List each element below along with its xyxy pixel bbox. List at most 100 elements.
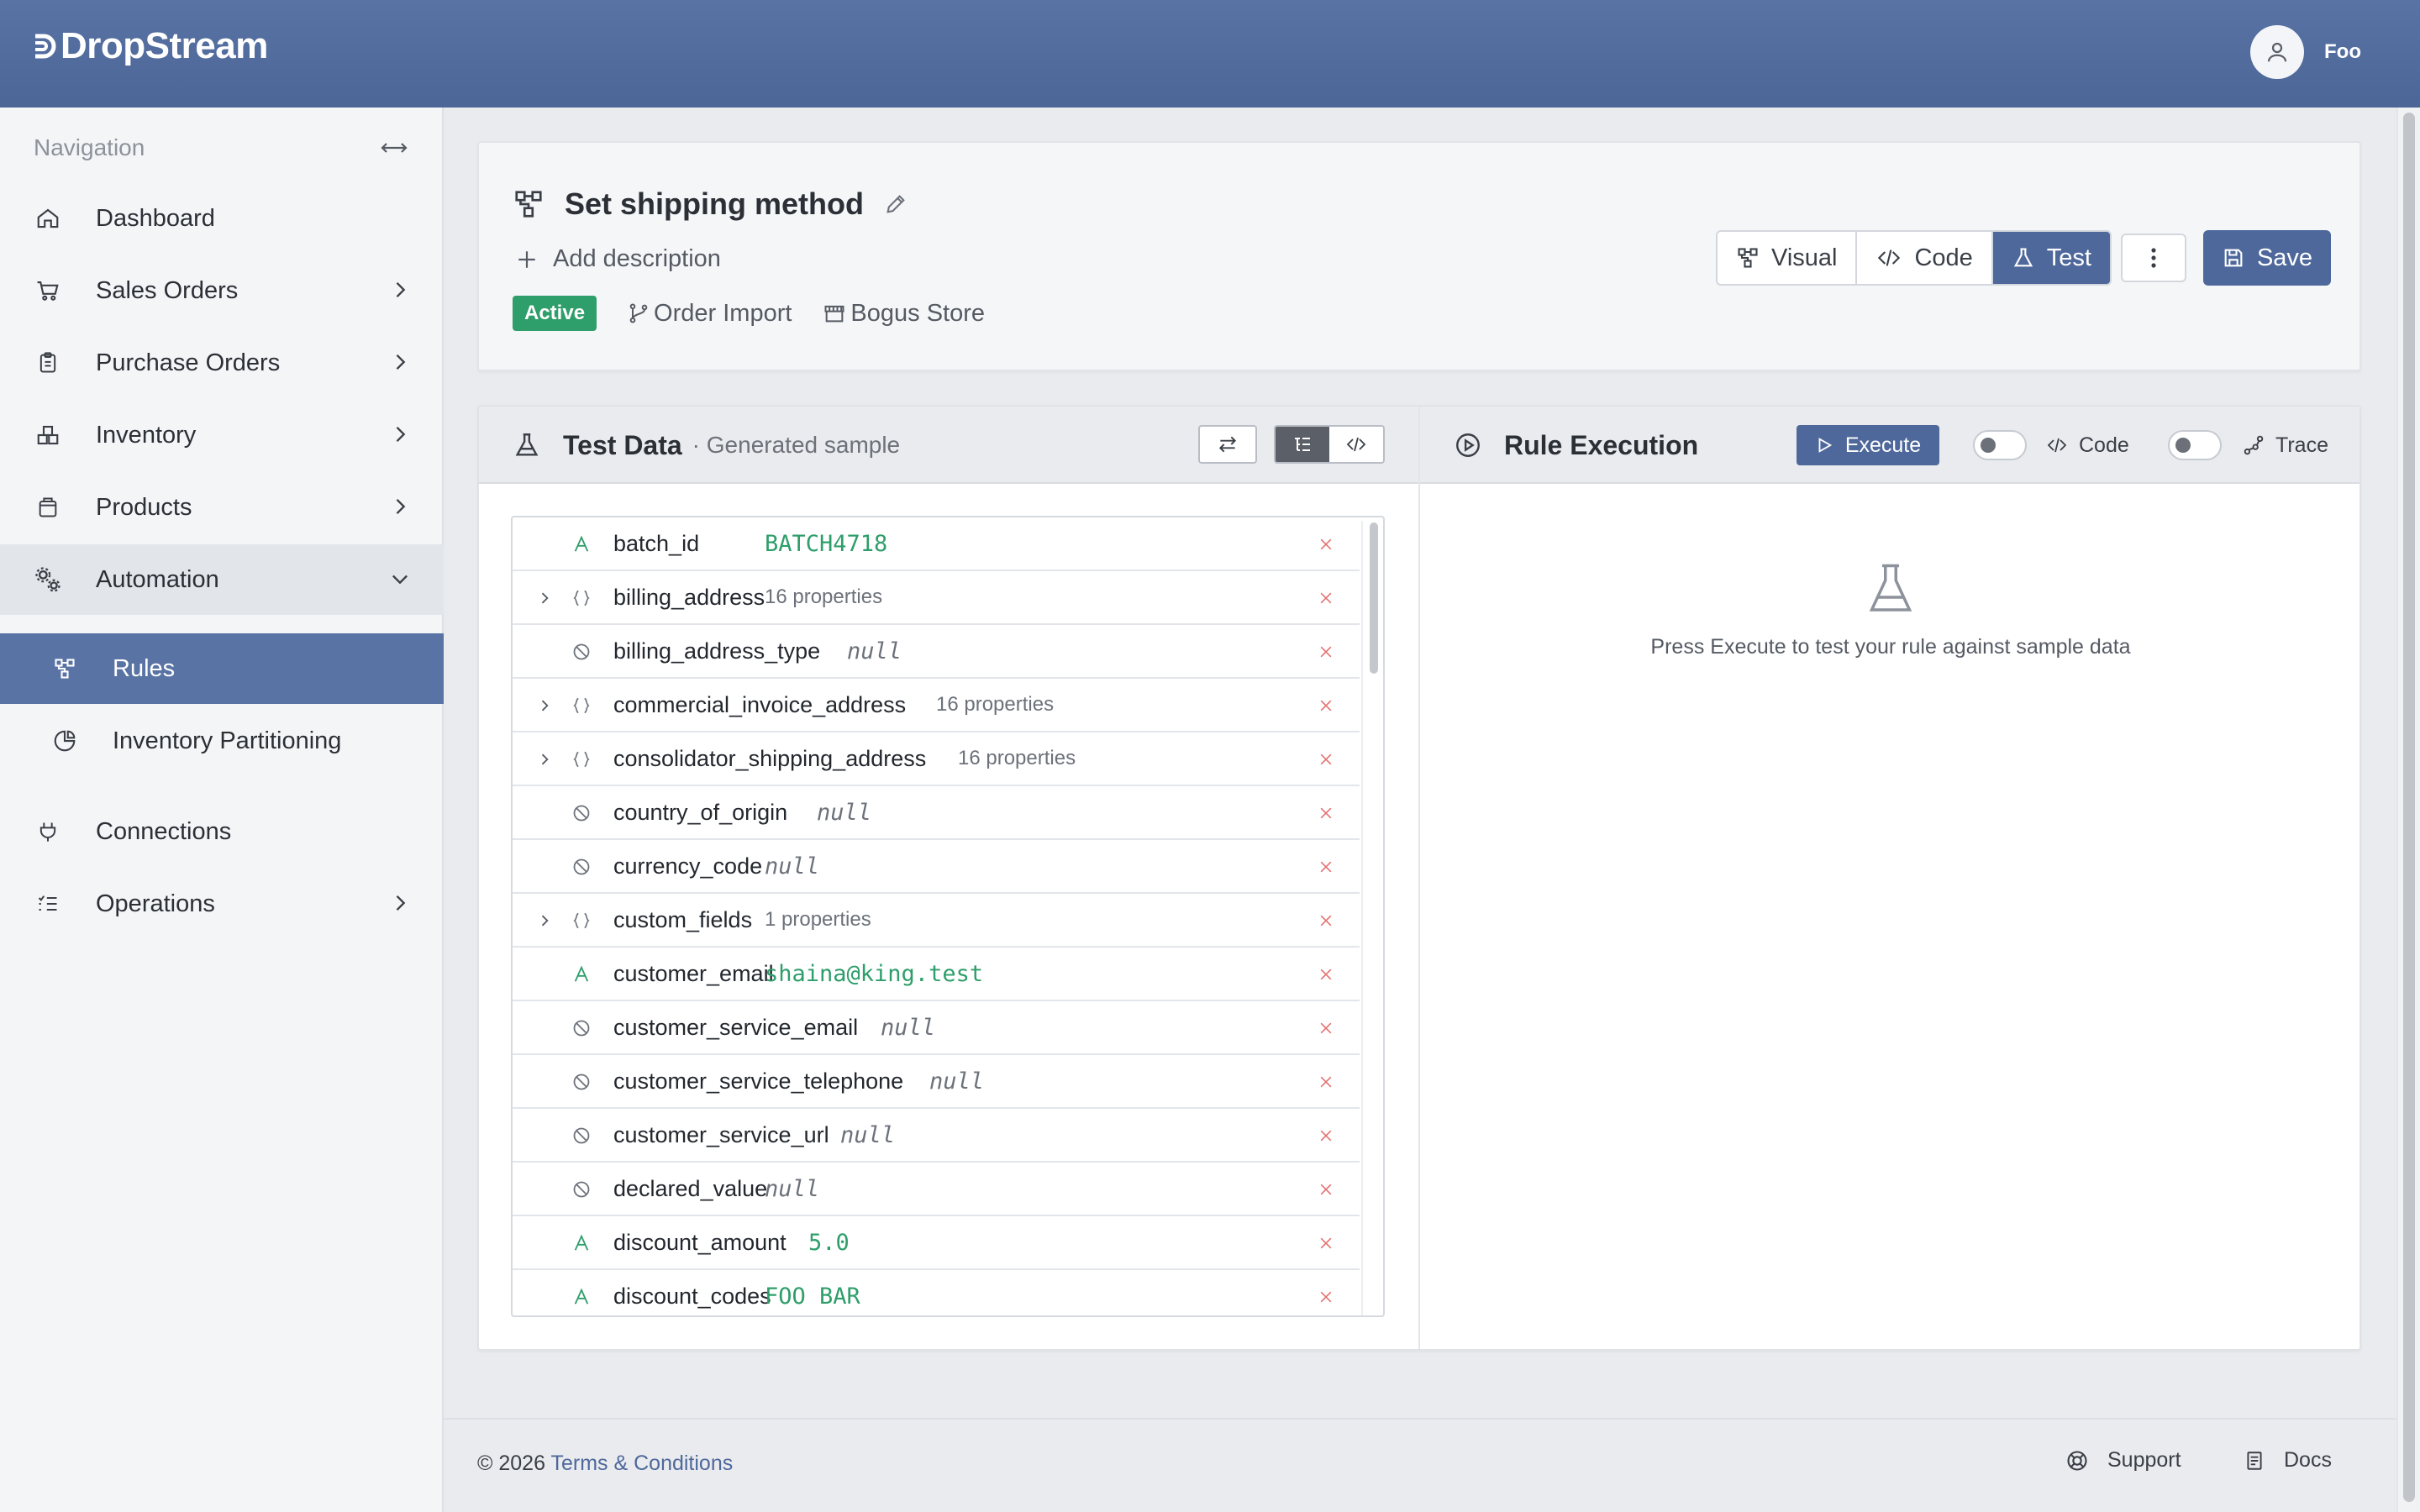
remove-field-icon[interactable] <box>1318 751 1334 768</box>
collapse-sidebar-icon[interactable] <box>380 139 408 156</box>
sidebar-item-label: Operations <box>96 890 215 917</box>
expand-chevron-icon[interactable] <box>536 590 553 606</box>
remove-field-icon[interactable] <box>1318 590 1334 606</box>
table-row[interactable]: declared_value null <box>513 1163 1360 1216</box>
rule-title-row: Set shipping method <box>513 186 908 222</box>
execution-empty-state: Press Execute to test your rule against … <box>1420 561 2361 659</box>
table-row[interactable]: customer_service_url null <box>513 1109 1360 1163</box>
field-value: BATCH4718 <box>765 530 888 557</box>
remove-field-icon[interactable] <box>1318 1020 1334 1037</box>
null-type-icon <box>571 803 592 823</box>
field-value: null <box>817 799 872 826</box>
package-icon <box>34 493 62 522</box>
table-row[interactable]: country_of_origin null <box>513 786 1360 840</box>
table-row[interactable]: discount_amount 5.0 <box>513 1216 1360 1270</box>
field-key: declared_value <box>613 1175 768 1201</box>
remove-field-icon[interactable] <box>1318 912 1334 929</box>
table-row[interactable]: billing_address 16 properties <box>513 571 1360 625</box>
app-name: DropStream <box>60 25 268 66</box>
swap-data-button[interactable] <box>1198 425 1257 464</box>
sidebar-item-automation[interactable]: Automation <box>0 544 444 615</box>
docs-link[interactable]: Docs <box>2244 1448 2332 1473</box>
code-icon <box>1346 437 1366 452</box>
test-data-header: Test Data · Generated sample <box>513 407 900 484</box>
field-value: null <box>881 1014 936 1041</box>
table-row[interactable]: customer_service_telephone null <box>513 1055 1360 1109</box>
sidebar: Navigation Dashboard Sales Orders Purcha… <box>0 108 444 1512</box>
table-row[interactable]: consolidator_shipping_address 16 properti… <box>513 732 1360 786</box>
workflow-icon <box>1738 248 1758 268</box>
plus-icon <box>518 250 535 268</box>
remove-field-icon[interactable] <box>1318 805 1334 822</box>
expand-chevron-icon[interactable] <box>536 751 553 768</box>
user-menu[interactable]: Foo <box>2250 25 2361 79</box>
rule-store[interactable]: Bogus Store <box>822 300 985 328</box>
remove-field-icon[interactable] <box>1318 858 1334 875</box>
document-icon <box>2247 1451 2262 1470</box>
remove-field-icon[interactable] <box>1318 1289 1334 1305</box>
rule-source[interactable]: Order Import <box>627 300 792 328</box>
json-view-button[interactable] <box>1329 427 1383 462</box>
table-row[interactable]: customer_email shaina@king.test <box>513 948 1360 1001</box>
field-value: null <box>765 853 820 879</box>
sidebar-item-connections[interactable]: Connections <box>0 796 444 867</box>
footer: © 2026 Terms & Conditions Support Docs <box>444 1418 2396 1512</box>
remove-field-icon[interactable] <box>1318 1181 1334 1198</box>
tree-scrollbar[interactable] <box>1361 521 1383 1315</box>
tab-label: Code <box>1914 244 1973 271</box>
tree-view-button[interactable] <box>1276 427 1329 462</box>
flask-icon <box>1869 564 1912 612</box>
app-logo[interactable]: DropStream <box>32 25 268 67</box>
table-row[interactable]: batch_id BATCH4718 <box>513 517 1360 571</box>
execute-button[interactable]: Execute <box>1797 425 1939 465</box>
sidebar-item-purchase-orders[interactable]: Purchase Orders <box>0 328 444 398</box>
terms-link[interactable]: Terms & Conditions <box>550 1452 733 1475</box>
remove-field-icon[interactable] <box>1318 1127 1334 1144</box>
sidebar-heading: Navigation <box>34 134 145 160</box>
play-icon <box>1818 438 1833 453</box>
remove-field-icon[interactable] <box>1318 1235 1334 1252</box>
remove-field-icon[interactable] <box>1318 697 1334 714</box>
sidebar-item-inventory[interactable]: Inventory <box>0 400 444 470</box>
remove-field-icon[interactable] <box>1318 966 1334 983</box>
sidebar-item-dashboard[interactable]: Dashboard <box>0 183 444 254</box>
table-row[interactable]: currency_code null <box>513 840 1360 894</box>
tab-code[interactable]: Code <box>1857 232 1993 284</box>
trace-toggle[interactable] <box>2168 430 2222 460</box>
sidebar-item-rules[interactable]: Rules <box>0 633 444 704</box>
null-type-icon <box>571 642 592 662</box>
more-actions-button[interactable] <box>2121 234 2186 282</box>
remove-field-icon[interactable] <box>1318 536 1334 553</box>
remove-field-icon[interactable] <box>1318 1074 1334 1090</box>
table-row[interactable]: custom_fields 1 properties <box>513 894 1360 948</box>
remove-field-icon[interactable] <box>1318 643 1334 660</box>
tab-test[interactable]: Test <box>1992 232 2110 284</box>
sidebar-item-label: Sales Orders <box>96 276 239 304</box>
tab-visual[interactable]: Visual <box>1718 232 1858 284</box>
field-value: 5.0 <box>808 1229 850 1256</box>
expand-chevron-icon[interactable] <box>536 912 553 929</box>
add-description-button[interactable]: Add description <box>516 245 721 273</box>
table-row[interactable]: commercial_invoice_address 16 properties <box>513 679 1360 732</box>
save-button[interactable]: Save <box>2203 230 2331 286</box>
field-value: 16 properties <box>765 585 883 608</box>
tree-view-icon <box>1295 438 1310 451</box>
edit-title-icon[interactable] <box>884 192 908 216</box>
field-value: 16 properties <box>958 747 1076 769</box>
page-scrollbar[interactable] <box>2396 108 2420 1512</box>
cart-icon <box>34 276 62 305</box>
table-row[interactable]: customer_service_email null <box>513 1001 1360 1055</box>
scrollbar-thumb[interactable] <box>1370 522 1378 674</box>
expand-chevron-icon[interactable] <box>536 697 553 714</box>
sidebar-item-sales-orders[interactable]: Sales Orders <box>0 255 444 326</box>
chevron-right-icon <box>396 282 406 297</box>
sidebar-item-inventory-partitioning[interactable]: Inventory Partitioning <box>0 706 444 776</box>
sidebar-item-products[interactable]: Products <box>0 472 444 543</box>
support-link[interactable]: Support <box>2065 1448 2181 1473</box>
table-row[interactable]: billing_address_type null <box>513 625 1360 679</box>
page-scrollbar-thumb[interactable] <box>2403 113 2415 1502</box>
code-toggle[interactable] <box>1973 430 2027 460</box>
sidebar-item-operations[interactable]: Operations <box>0 869 444 939</box>
add-description-label: Add description <box>553 245 721 272</box>
table-row[interactable]: discount_codes FOO BAR <box>513 1270 1360 1315</box>
